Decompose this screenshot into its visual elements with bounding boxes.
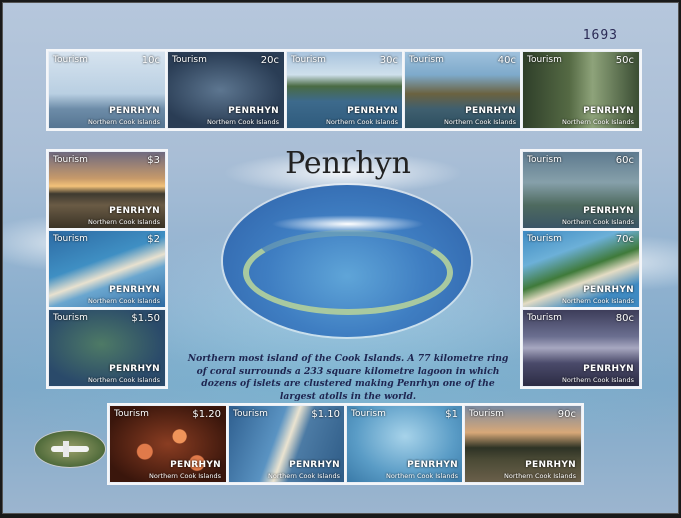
- stamp-category: Tourism: [527, 55, 562, 65]
- stamp-country: PENRHYN: [289, 460, 340, 470]
- stamp-country: PENRHYN: [407, 460, 458, 470]
- stamp-value: 60c: [615, 155, 634, 166]
- stamp-value: 90c: [557, 409, 576, 420]
- stamp-category: Tourism: [527, 313, 562, 323]
- stamp-subtitle: Northern Cook Islands: [207, 118, 279, 126]
- sheet-number: 1693: [582, 28, 618, 43]
- stamp-country: PENRHYN: [465, 106, 516, 116]
- stamp-country: PENRHYN: [583, 364, 634, 374]
- stamp-value: $3: [147, 155, 160, 166]
- stamp-value: 20c: [260, 55, 279, 66]
- stamp-40c[interactable]: Tourism 40c PENRHYN Northern Cook Island…: [404, 51, 522, 129]
- stamp-country: PENRHYN: [109, 364, 160, 374]
- stamp-value: 50c: [615, 55, 634, 66]
- stamp-60c[interactable]: Tourism 60c PENRHYN Northern Cook Island…: [522, 151, 640, 229]
- stamp-30c[interactable]: Tourism 30c PENRHYN Northern Cook Island…: [286, 51, 404, 129]
- stamp-value: 40c: [497, 55, 516, 66]
- stamp-1-50-dollar[interactable]: Tourism $1.50 PENRHYN Northern Cook Isla…: [48, 309, 166, 387]
- stamp-country: PENRHYN: [228, 106, 279, 116]
- stamp-subtitle: Northern Cook Islands: [88, 376, 160, 384]
- stamp-country: PENRHYN: [109, 206, 160, 216]
- stamp-country: PENRHYN: [525, 460, 576, 470]
- stamp-category: Tourism: [469, 409, 504, 419]
- stamp-category: Tourism: [114, 409, 149, 419]
- stamp-category: Tourism: [172, 55, 207, 65]
- stamp-country: PENRHYN: [583, 206, 634, 216]
- stamp-2-dollar[interactable]: Tourism $2 PENRHYN Northern Cook Islands: [48, 230, 166, 308]
- stamp-subtitle: Northern Cook Islands: [504, 472, 576, 480]
- stamp-category: Tourism: [409, 55, 444, 65]
- stamp-value: $1.20: [192, 409, 221, 420]
- stamp-value: 30c: [379, 55, 398, 66]
- stamp-value: $1: [445, 409, 458, 420]
- stamp-country: PENRHYN: [109, 106, 160, 116]
- stamp-country: PENRHYN: [170, 460, 221, 470]
- stamp-subtitle: Northern Cook Islands: [562, 376, 634, 384]
- stamp-subtitle: Northern Cook Islands: [386, 472, 458, 480]
- stamp-80c[interactable]: Tourism 80c PENRHYN Northern Cook Island…: [522, 309, 640, 387]
- stamp-category: Tourism: [527, 155, 562, 165]
- stamp-subtitle: Northern Cook Islands: [444, 118, 516, 126]
- stamp-category: Tourism: [53, 313, 88, 323]
- stamp-sheet: 1693 Tourism 10c PENRHYN Northern Cook I…: [2, 2, 679, 514]
- stamp-subtitle: Northern Cook Islands: [562, 297, 634, 305]
- stamp-70c[interactable]: Tourism 70c PENRHYN Northern Cook Island…: [522, 230, 640, 308]
- stamp-subtitle: Northern Cook Islands: [149, 472, 221, 480]
- stamp-subtitle: Northern Cook Islands: [88, 297, 160, 305]
- stamp-country: PENRHYN: [109, 285, 160, 295]
- airplane-vignette: [35, 431, 105, 467]
- stamp-country: PENRHYN: [583, 106, 634, 116]
- stamp-category: Tourism: [351, 409, 386, 419]
- stamp-10c[interactable]: Tourism 10c PENRHYN Northern Cook Island…: [48, 51, 166, 129]
- stamp-subtitle: Northern Cook Islands: [88, 218, 160, 226]
- stamp-category: Tourism: [53, 55, 88, 65]
- stamp-subtitle: Northern Cook Islands: [562, 218, 634, 226]
- stamp-value: $1.10: [311, 409, 340, 420]
- stamp-category: Tourism: [53, 155, 88, 165]
- stamp-category: Tourism: [53, 234, 88, 244]
- sheet-caption: Northern most island of the Cook Islands…: [187, 353, 509, 402]
- stamp-subtitle: Northern Cook Islands: [268, 472, 340, 480]
- stamp-value: $2: [147, 234, 160, 245]
- stamp-3-dollar[interactable]: Tourism $3 PENRHYN Northern Cook Islands: [48, 151, 166, 229]
- stamp-subtitle: Northern Cook Islands: [562, 118, 634, 126]
- stamp-1-10-dollar[interactable]: Tourism $1.10 PENRHYN Northern Cook Isla…: [228, 405, 346, 483]
- stamp-country: PENRHYN: [347, 106, 398, 116]
- stamp-50c[interactable]: Tourism 50c PENRHYN Northern Cook Island…: [522, 51, 640, 129]
- stamp-category: Tourism: [291, 55, 326, 65]
- sheet-title: Penrhyn: [285, 146, 411, 181]
- stamp-subtitle: Northern Cook Islands: [88, 118, 160, 126]
- stamp-1-20-dollar[interactable]: Tourism $1.20 PENRHYN Northern Cook Isla…: [109, 405, 227, 483]
- stamp-country: PENRHYN: [583, 285, 634, 295]
- atoll-aerial-image: [223, 185, 471, 337]
- stamp-90c[interactable]: Tourism 90c PENRHYN Northern Cook Island…: [464, 405, 582, 483]
- stamp-category: Tourism: [233, 409, 268, 419]
- stamp-value: $1.50: [131, 313, 160, 324]
- stamp-value: 10c: [141, 55, 160, 66]
- stamp-value: 70c: [615, 234, 634, 245]
- stamp-category: Tourism: [527, 234, 562, 244]
- stamp-subtitle: Northern Cook Islands: [326, 118, 398, 126]
- stamp-1-dollar[interactable]: Tourism $1 PENRHYN Northern Cook Islands: [346, 405, 464, 483]
- stamp-20c[interactable]: Tourism 20c PENRHYN Northern Cook Island…: [167, 51, 285, 129]
- stamp-value: 80c: [615, 313, 634, 324]
